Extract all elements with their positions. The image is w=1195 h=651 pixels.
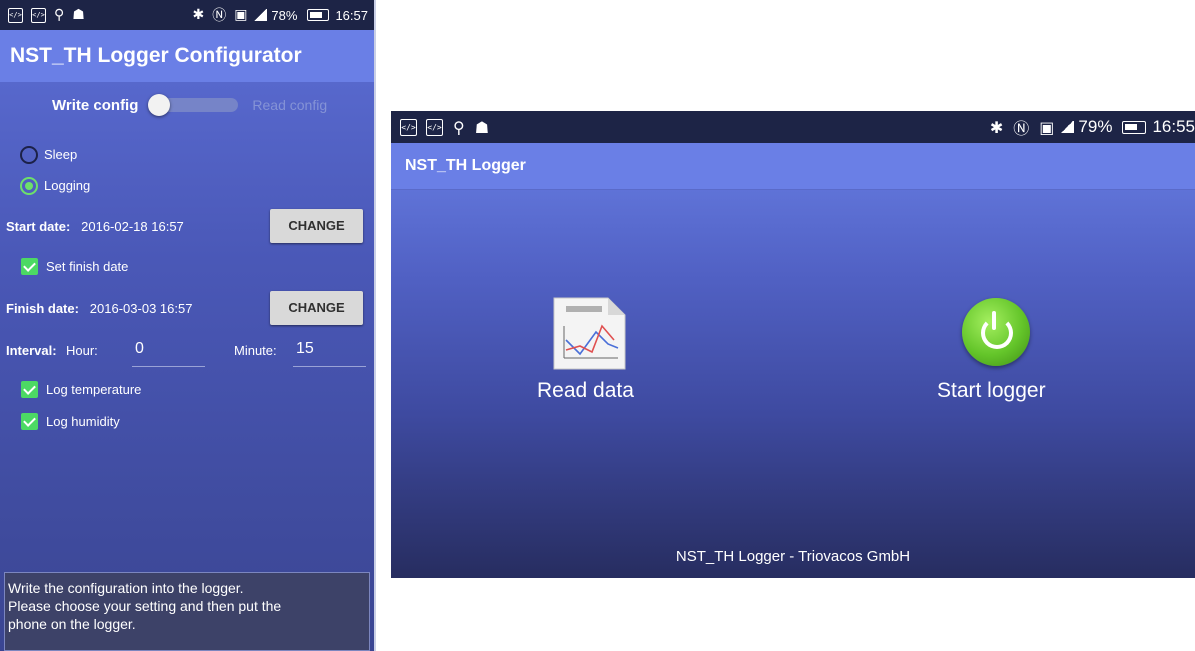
sleep-radio[interactable] — [20, 146, 38, 164]
message-line: Write the configuration into the logger. — [8, 580, 244, 596]
start-date-label: Start date: — [6, 219, 71, 234]
mode-toggle-row: Write config Read config — [0, 90, 374, 120]
message-line: Please choose your setting and then put … — [8, 598, 282, 614]
power-icon[interactable] — [962, 298, 1030, 366]
message-line: phone on the logger. — [8, 616, 136, 632]
battery-percent: 79% — [1078, 117, 1113, 136]
read-data-button[interactable]: Read data — [537, 379, 634, 403]
start-logger-button[interactable]: Start logger — [937, 379, 1046, 403]
finish-date-value: 2016-03-03 16:57 — [89, 301, 193, 316]
nfc-icon: Ⓝ — [212, 8, 227, 24]
app-bar: NST_TH Logger Configurator — [0, 30, 374, 82]
signal-icon — [1060, 121, 1075, 133]
start-date-value: 2016-02-18 16:57 — [81, 219, 184, 234]
hour-input[interactable]: 0 — [132, 340, 205, 367]
read-config-label[interactable]: Read config — [252, 97, 327, 113]
signal-icon — [253, 9, 268, 21]
android-debug-icon: ☗ — [72, 7, 85, 23]
log-humidity-label[interactable]: Log humidity — [46, 414, 120, 429]
sim-icon: ▣ — [1039, 117, 1055, 137]
nfc-icon: Ⓝ — [1013, 119, 1030, 138]
interval-row: Interval: Hour: 0 Minute: 15 — [6, 340, 366, 370]
config-mode-switch[interactable] — [148, 94, 239, 116]
status-bar: </> </> ⚲ ☗ ✱ Ⓝ ▣ 78% 16:57 — [0, 0, 374, 30]
finish-date-row: Finish date: 2016-03-03 16:57 — [6, 301, 192, 316]
write-config-label[interactable]: Write config — [52, 97, 138, 114]
code-icon: </> — [400, 118, 417, 136]
code-icon: </> — [426, 118, 443, 136]
bluetooth-icon: ✱ — [989, 117, 1004, 137]
minute-label: Minute: — [234, 343, 277, 358]
hour-label: Hour: — [66, 343, 98, 358]
code-icon: </> — [31, 7, 46, 23]
change-start-date-button[interactable]: CHANGE — [270, 209, 363, 243]
sleep-label[interactable]: Sleep — [44, 147, 77, 162]
clock: 16:55 — [1152, 117, 1195, 136]
finish-date-label: Finish date: — [6, 301, 79, 316]
set-finish-date-checkbox[interactable] — [21, 258, 38, 275]
logger-home-screen: </> </> ⚲ ☗ ✱ Ⓝ ▣ 79% 16:55 NST_TH Logge… — [391, 111, 1195, 578]
interval-label: Interval: — [6, 343, 57, 358]
footer-text: NST_TH Logger - Triovacos GmbH — [675, 548, 911, 565]
minute-input[interactable]: 15 — [293, 340, 366, 367]
sim-icon: ▣ — [234, 7, 248, 23]
configurator-screen: </> </> ⚲ ☗ ✱ Ⓝ ▣ 78% 16:57 NST_TH Logge… — [0, 0, 376, 651]
log-temperature-checkbox[interactable] — [21, 381, 38, 398]
log-temperature-label[interactable]: Log temperature — [46, 382, 141, 397]
battery-percent: 78% — [271, 7, 298, 23]
clock: 16:57 — [335, 7, 368, 23]
logging-label[interactable]: Logging — [44, 178, 90, 193]
code-icon: </> — [8, 7, 23, 23]
app-bar: NST_TH Logger — [391, 143, 1195, 190]
bluetooth-icon: ✱ — [192, 7, 205, 23]
usb-icon: ⚲ — [54, 7, 65, 23]
chart-document-icon[interactable] — [552, 296, 627, 371]
start-date-row: Start date: 2016-02-18 16:57 — [6, 219, 184, 234]
android-debug-icon: ☗ — [474, 117, 490, 137]
app-title: NST_TH Logger — [405, 157, 526, 174]
switch-knob[interactable] — [148, 94, 171, 116]
battery-icon — [307, 9, 330, 21]
set-finish-date-label[interactable]: Set finish date — [46, 259, 128, 274]
instruction-message: Write the configuration into the logger.… — [4, 572, 370, 651]
logging-radio[interactable] — [20, 177, 38, 195]
app-title: NST_TH Logger Configurator — [10, 44, 302, 67]
usb-icon: ⚲ — [453, 117, 465, 137]
battery-icon — [1122, 120, 1147, 134]
log-humidity-checkbox[interactable] — [21, 413, 38, 430]
change-finish-date-button[interactable]: CHANGE — [270, 291, 363, 325]
status-bar: </> </> ⚲ ☗ ✱ Ⓝ ▣ 79% 16:55 — [391, 111, 1195, 143]
